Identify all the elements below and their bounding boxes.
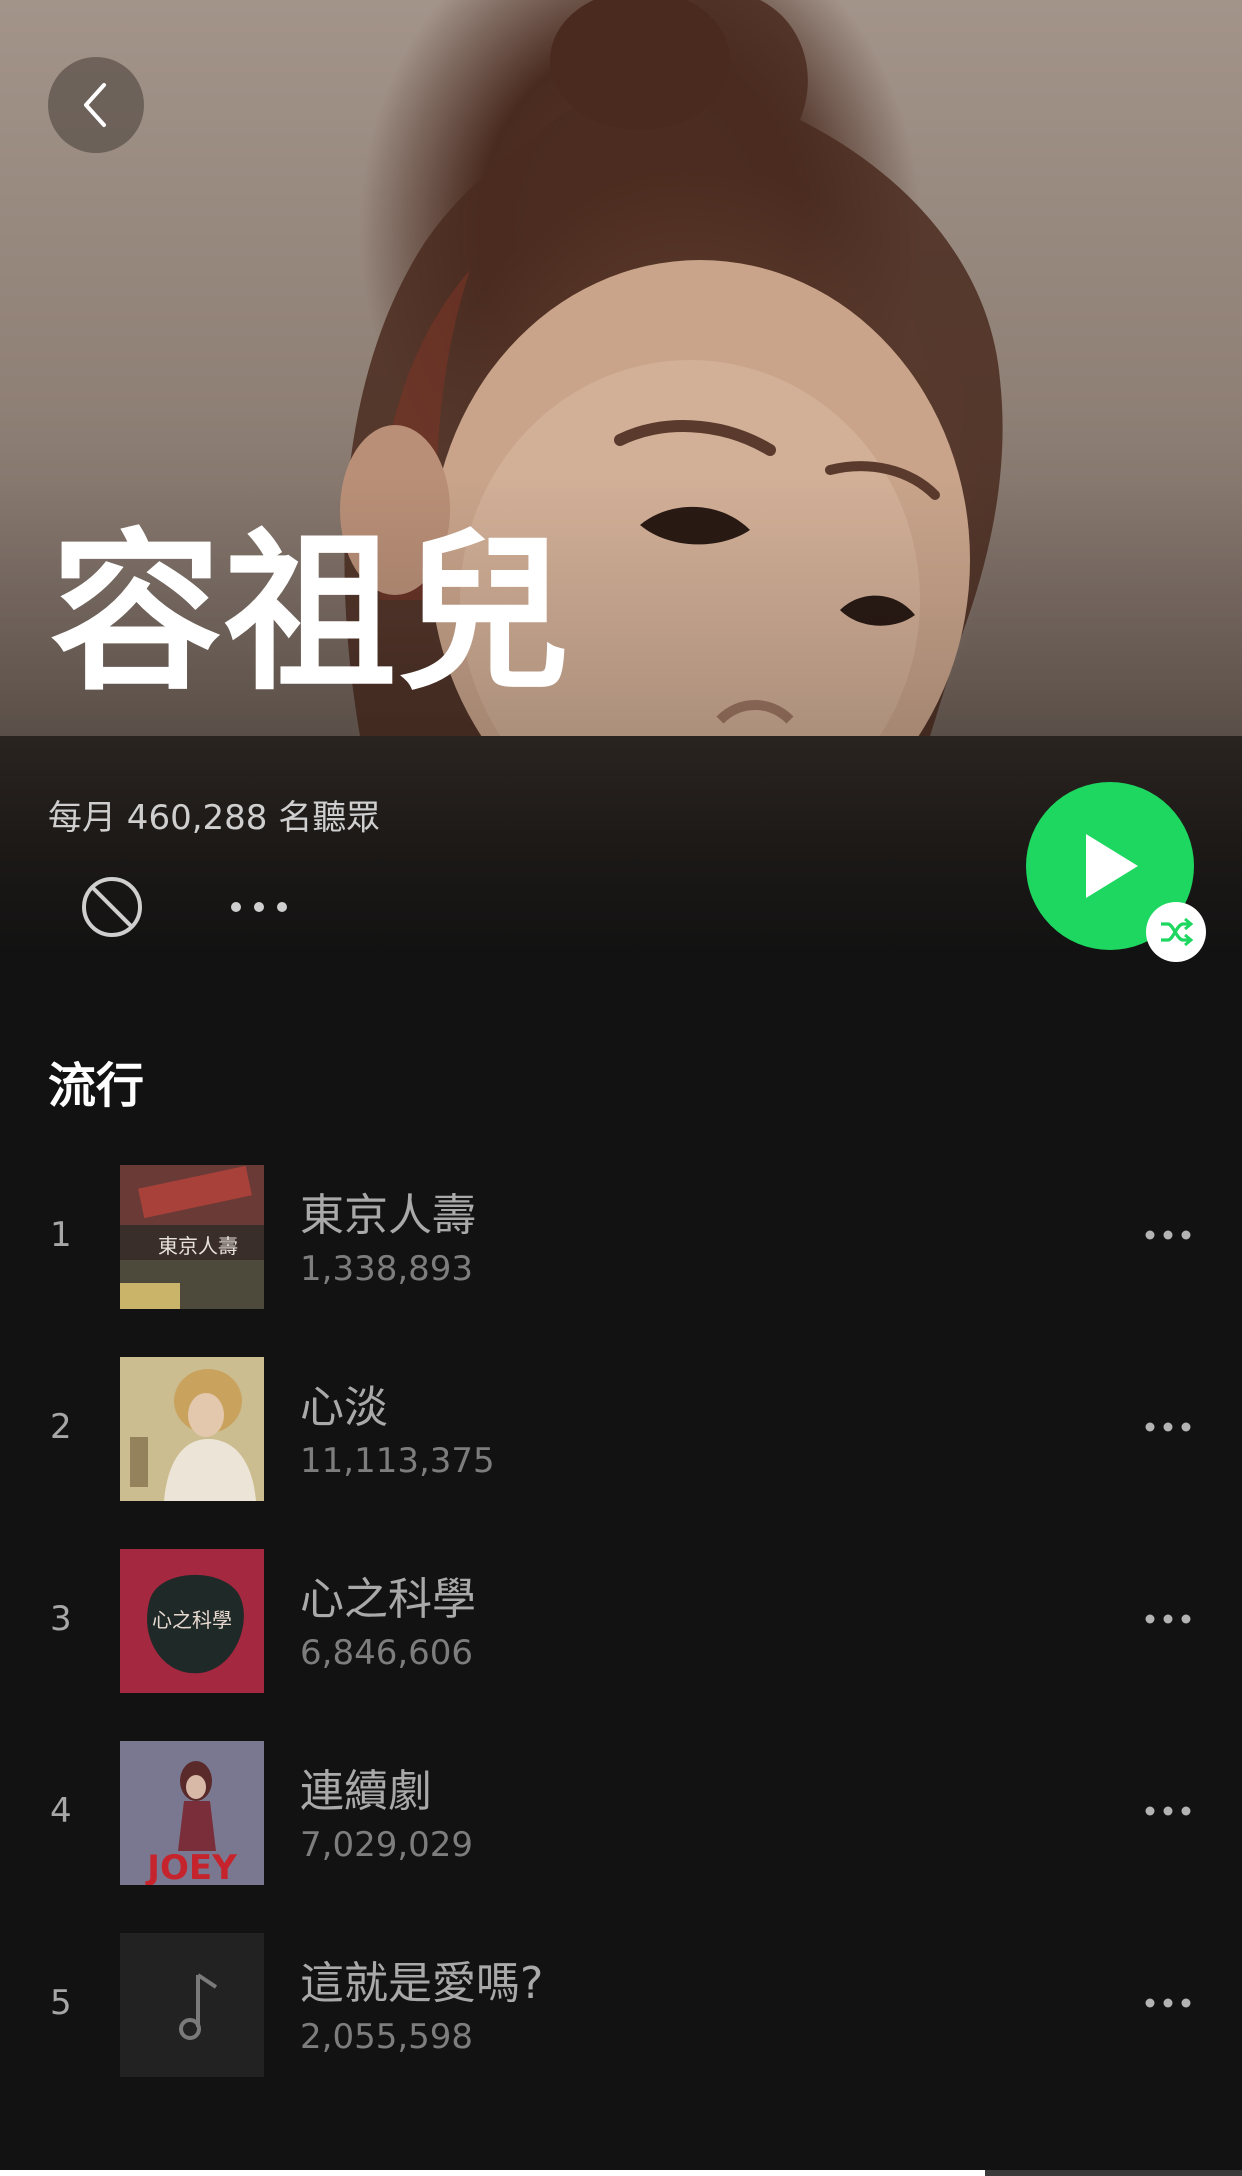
shuffle-icon bbox=[1161, 917, 1193, 947]
popular-section-title: 流行 bbox=[48, 1058, 145, 1114]
scroll-progress-bar bbox=[0, 2170, 985, 2176]
track-row[interactable]: 2 心淡 11,113,375 bbox=[0, 1357, 1242, 1501]
album-art bbox=[120, 1357, 264, 1501]
track-row[interactable]: 1 東京人壽 東京人壽 1,338,893 bbox=[0, 1165, 1242, 1309]
album-art-text: 心之科學 bbox=[152, 1608, 232, 1632]
album-art: 東京人壽 bbox=[120, 1165, 264, 1309]
artist-name: 容祖兒 bbox=[50, 513, 572, 714]
track-row[interactable]: 3 心之科學 心之科學 6,846,606 bbox=[0, 1549, 1242, 1693]
track-play-count: 1,338,893 bbox=[300, 1249, 474, 1289]
track-rank: 1 bbox=[50, 1215, 72, 1255]
album-art-text: JOEY bbox=[145, 1848, 237, 1885]
track-more-button[interactable] bbox=[1144, 1223, 1192, 1247]
track-play-count: 11,113,375 bbox=[300, 1441, 495, 1481]
track-title: 這就是愛嗎? bbox=[300, 1958, 544, 2009]
block-button[interactable] bbox=[80, 875, 144, 939]
track-play-count: 7,029,029 bbox=[300, 1825, 474, 1865]
monthly-listeners: 每月 460,288 名聽眾 bbox=[48, 798, 381, 838]
album-art-placeholder bbox=[120, 1933, 264, 2077]
track-more-button[interactable] bbox=[1144, 1415, 1192, 1439]
music-note-icon bbox=[179, 1973, 218, 2040]
shuffle-button[interactable] bbox=[1146, 902, 1206, 962]
track-more-button[interactable] bbox=[1144, 1991, 1192, 2015]
track-rank: 2 bbox=[50, 1407, 72, 1447]
track-row[interactable]: 5 這就是愛嗎? 2,055,598 bbox=[0, 1933, 1242, 2077]
album-art: JOEY bbox=[120, 1741, 264, 1885]
track-play-count: 6,846,606 bbox=[300, 1633, 474, 1673]
track-title: 心淡 bbox=[300, 1382, 388, 1433]
track-title: 連續劇 bbox=[300, 1766, 432, 1817]
track-more-button[interactable] bbox=[1144, 1799, 1192, 1823]
more-horizontal-icon bbox=[231, 902, 287, 912]
track-row[interactable]: 4 JOEY 連續劇 7,029,029 bbox=[0, 1741, 1242, 1885]
track-more-button[interactable] bbox=[1144, 1607, 1192, 1631]
track-title: 心之科學 bbox=[300, 1574, 476, 1625]
track-title: 東京人壽 bbox=[300, 1190, 476, 1241]
more-options-button[interactable] bbox=[226, 892, 292, 922]
track-rank: 4 bbox=[50, 1791, 72, 1831]
chevron-left-icon bbox=[84, 83, 106, 127]
album-art-text: 東京人壽 bbox=[158, 1234, 238, 1258]
track-play-count: 2,055,598 bbox=[300, 2017, 474, 2057]
play-icon bbox=[1086, 834, 1138, 898]
back-button[interactable] bbox=[48, 57, 144, 153]
block-icon bbox=[82, 877, 142, 937]
album-art: 心之科學 bbox=[120, 1549, 264, 1693]
artist-hero-image: 容祖兒 bbox=[0, 0, 1242, 736]
scroll-progress-track bbox=[985, 2170, 1242, 2176]
track-rank: 5 bbox=[50, 1983, 72, 2023]
track-rank: 3 bbox=[50, 1599, 72, 1639]
